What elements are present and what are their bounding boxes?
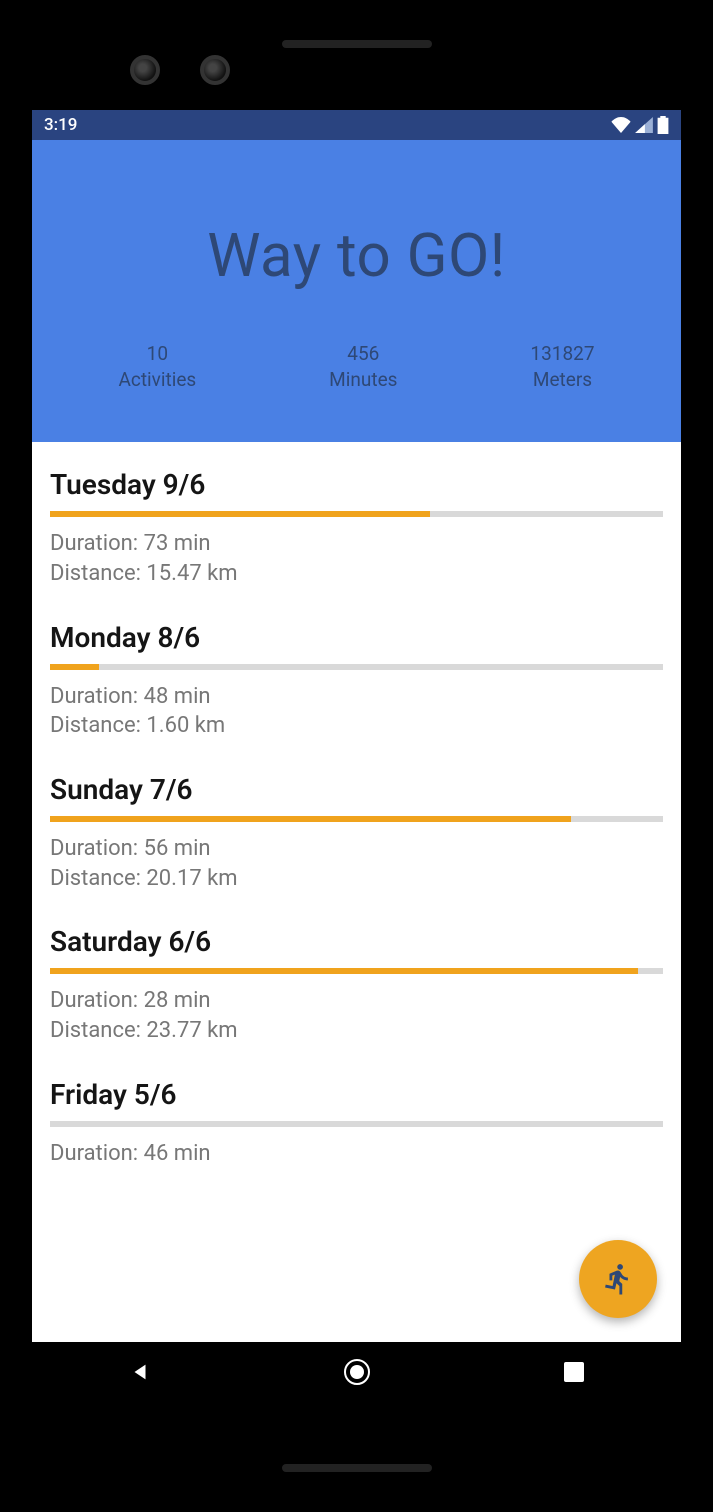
activity-distance: Distance: 23.77 km [50, 1016, 663, 1046]
stats-row: 10 Activities 456 Minutes 131827 Meters [52, 341, 661, 392]
progress-track [50, 1121, 663, 1127]
stat-activities-value: 10 [118, 341, 196, 367]
activity-distance: Distance: 15.47 km [50, 559, 663, 589]
activity-distance: Distance: 20.17 km [50, 864, 663, 894]
front-camera-1 [130, 55, 160, 85]
progress-fill [50, 511, 430, 517]
activity-day: Saturday 6/6 [50, 925, 663, 958]
device-frame: 3:19 Way to GO! 10 Activities 456 Minute… [0, 0, 713, 1512]
activity-item[interactable]: Tuesday 9/6 Duration: 73 minDistance: 15.… [50, 442, 663, 594]
screen: 3:19 Way to GO! 10 Activities 456 Minute… [32, 110, 681, 1402]
activity-meta: Duration: 46 min [50, 1139, 663, 1169]
android-nav-bar [32, 1342, 681, 1402]
speaker-grille-bottom [282, 1464, 432, 1472]
status-icons [611, 116, 669, 134]
progress-track [50, 664, 663, 670]
header-title: Way to GO! [52, 220, 661, 291]
activity-item[interactable]: Saturday 6/6 Duration: 28 minDistance: 23… [50, 899, 663, 1051]
nav-recent-icon[interactable] [564, 1362, 584, 1382]
cell-signal-icon [635, 117, 653, 133]
activity-duration: Duration: 73 min [50, 529, 663, 559]
activity-item[interactable]: Sunday 7/6 Duration: 56 minDistance: 20.1… [50, 747, 663, 899]
progress-fill [50, 968, 638, 974]
activity-item[interactable]: Friday 5/6 Duration: 46 min [50, 1052, 663, 1175]
activity-day: Friday 5/6 [50, 1078, 663, 1111]
stat-minutes: 456 Minutes [329, 341, 397, 392]
activity-list[interactable]: Tuesday 9/6 Duration: 73 minDistance: 15.… [32, 442, 681, 1342]
activity-distance: Distance: 1.60 km [50, 711, 663, 741]
stat-meters-value: 131827 [530, 341, 594, 367]
activity-duration: Duration: 48 min [50, 682, 663, 712]
progress-track [50, 511, 663, 517]
activity-day: Tuesday 9/6 [50, 468, 663, 501]
summary-header: Way to GO! 10 Activities 456 Minutes 131… [32, 140, 681, 442]
stat-activities-label: Activities [118, 367, 196, 393]
status-time: 3:19 [44, 115, 77, 135]
stat-meters: 131827 Meters [530, 341, 594, 392]
stat-minutes-label: Minutes [329, 367, 397, 393]
nav-back-icon[interactable] [129, 1361, 151, 1383]
front-camera-2 [200, 55, 230, 85]
stat-minutes-value: 456 [329, 341, 397, 367]
speaker-grille-top [282, 40, 432, 48]
battery-icon [657, 116, 669, 134]
activity-meta: Duration: 28 minDistance: 23.77 km [50, 986, 663, 1045]
stat-meters-label: Meters [530, 367, 594, 393]
activity-duration: Duration: 28 min [50, 986, 663, 1016]
status-bar: 3:19 [32, 110, 681, 140]
activity-duration: Duration: 56 min [50, 834, 663, 864]
activity-duration: Duration: 46 min [50, 1139, 663, 1169]
activity-day: Monday 8/6 [50, 621, 663, 654]
wifi-icon [611, 117, 631, 133]
nav-home-icon[interactable] [344, 1359, 370, 1385]
progress-fill [50, 664, 99, 670]
progress-track [50, 816, 663, 822]
start-run-fab[interactable] [579, 1240, 657, 1318]
activity-day: Sunday 7/6 [50, 773, 663, 806]
progress-track [50, 968, 663, 974]
stat-activities: 10 Activities [118, 341, 196, 392]
runner-icon [601, 1262, 635, 1296]
activity-meta: Duration: 73 minDistance: 15.47 km [50, 529, 663, 588]
activity-meta: Duration: 48 minDistance: 1.60 km [50, 682, 663, 741]
activity-item[interactable]: Monday 8/6 Duration: 48 minDistance: 1.60… [50, 595, 663, 747]
progress-fill [50, 816, 571, 822]
activity-meta: Duration: 56 minDistance: 20.17 km [50, 834, 663, 893]
